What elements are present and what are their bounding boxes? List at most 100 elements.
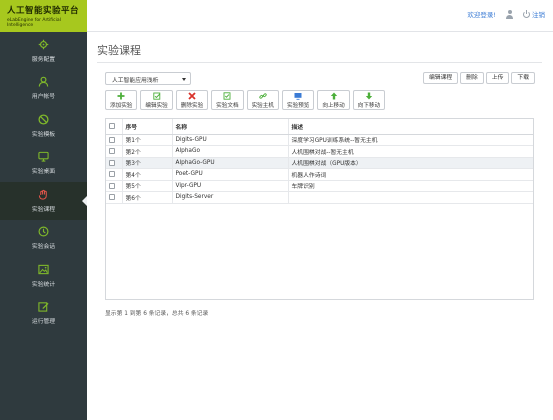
user-icon[interactable] <box>505 9 514 19</box>
cell-index: 第1个 <box>122 134 173 146</box>
image-icon <box>38 264 49 274</box>
experiment-doc-label: 实验文档 <box>216 102 239 109</box>
cell-name: AlphaGo <box>172 145 289 158</box>
power-icon <box>523 9 530 18</box>
cell-desc <box>288 191 533 204</box>
cell-desc: 人机围棋对战--暂无主机 <box>288 145 533 158</box>
user-icon <box>38 76 49 87</box>
sidebar-item-label: 实验统计 <box>31 281 56 288</box>
cell-desc: 深度学习GPU训练系统--暂无主机 <box>288 134 533 146</box>
column-header-name[interactable]: 名称 <box>172 119 289 135</box>
brand-logo: 人工智能实验平台 eLabEngine for Artificial Intel… <box>0 0 87 32</box>
arrow-down-icon <box>365 92 373 99</box>
column-header-index[interactable]: 序号 <box>122 119 173 135</box>
move-down-label: 向下移动 <box>357 102 381 109</box>
sidebar-item-label: 运行管理 <box>31 319 56 326</box>
course-select[interactable]: 人工智能应用浅析 <box>105 72 191 85</box>
cell-index: 第4个 <box>122 168 173 181</box>
sidebar-item-label: 实验桌面 <box>31 169 56 176</box>
document-check-icon <box>223 91 231 100</box>
upload-button[interactable]: 上传 <box>485 72 510 84</box>
arrow-up-icon <box>330 92 337 99</box>
chevron-down-icon <box>182 78 186 81</box>
experiment-host-label: 实验主机 <box>251 102 274 109</box>
cell-name: Digits-GPU <box>172 134 289 146</box>
edit-experiment-button[interactable]: 编辑实验 <box>140 90 173 110</box>
experiment-doc-button[interactable]: 实验文档 <box>211 90 244 110</box>
experiment-preview-button[interactable]: 实验预览 <box>281 90 315 110</box>
monitor-icon <box>38 152 49 162</box>
sidebar-item-label: 实验会话 <box>31 244 56 251</box>
brand-title: 人工智能实验平台 <box>7 6 80 16</box>
experiment-table: 序号 名称 描述 第1个 Digits-GPU 深度学习GPU训练系统--暂无主… <box>105 118 534 300</box>
cell-name: Poet-GPU <box>172 168 289 181</box>
delete-experiment-button[interactable]: 删除实验 <box>175 90 209 110</box>
add-experiment-button[interactable]: 添加实验 <box>105 90 138 110</box>
sidebar-item-label: 实验课程 <box>31 206 56 213</box>
move-up-button[interactable]: 向上移动 <box>317 90 350 110</box>
row-checkbox[interactable] <box>109 159 115 166</box>
sidebar-item-label: 用户帐号 <box>31 94 56 101</box>
page-title: 实验课程 <box>97 44 141 57</box>
experiment-host-button[interactable]: 实验主机 <box>246 90 279 110</box>
cell-name: Vipr-GPU <box>172 180 289 192</box>
column-header-desc[interactable]: 描述 <box>288 119 533 135</box>
sidebar-item-label: 实验模板 <box>31 131 56 138</box>
gear-icon <box>38 39 49 50</box>
move-up-label: 向上移动 <box>322 102 345 109</box>
select-all-checkbox[interactable] <box>109 123 115 129</box>
link-icon <box>259 92 267 99</box>
row-checkbox[interactable] <box>109 148 115 154</box>
move-down-button[interactable]: 向下移动 <box>352 90 386 110</box>
monitor-icon <box>294 92 302 100</box>
main-panel: 实验课程 人工智能应用浅析 编辑课程 删除 上传 下载 添加实验 编辑实验 删除… <box>87 32 553 420</box>
table-row[interactable]: 第1个 Digits-GPU 深度学习GPU训练系统--暂无主机 <box>106 134 533 146</box>
sidebar-item-operations[interactable]: 运行管理 <box>0 295 87 333</box>
cell-desc: 机器人作诗词 <box>288 168 533 181</box>
table-row[interactable]: 第5个 Vipr-GPU 车牌识别 <box>106 180 533 192</box>
edit-experiment-label: 编辑实验 <box>145 102 168 109</box>
edit-course-button[interactable]: 编辑课程 <box>422 72 459 84</box>
table-row[interactable]: 第3个 AlphaGo-GPU 人机围棋对战（GPU版本） <box>106 157 533 169</box>
hand-icon <box>38 189 47 200</box>
experiment-preview-label: 实验预览 <box>286 102 310 109</box>
welcome-link[interactable]: 欢迎登录! <box>467 9 496 19</box>
row-checkbox[interactable] <box>109 194 115 200</box>
table-row[interactable]: 第6个 Digits-Server <box>106 191 533 204</box>
table-row[interactable]: 第4个 Poet-GPU 机器人作诗词 <box>106 168 533 181</box>
plus-icon <box>117 92 125 99</box>
download-button[interactable]: 下载 <box>511 72 535 84</box>
cell-index: 第3个 <box>122 157 173 169</box>
pagination-info: 显示第 1 到第 6 条记录，总共 6 条记录 <box>105 311 209 317</box>
row-checkbox[interactable] <box>109 171 115 177</box>
clock-icon <box>38 226 49 237</box>
course-select-value: 人工智能应用浅析 <box>112 78 159 84</box>
sidebar-item-service-config[interactable]: 服务配置 <box>0 32 87 70</box>
cell-desc: 车牌识别 <box>288 180 533 192</box>
delete-experiment-label: 删除实验 <box>180 102 204 109</box>
cell-desc: 人机围棋对战（GPU版本） <box>288 157 533 169</box>
cell-index: 第5个 <box>122 180 173 192</box>
title-divider <box>97 62 542 63</box>
toolbar: 添加实验 编辑实验 删除实验 实验文档 实验主机 实验预览 向上移动 向下移动 <box>105 90 386 110</box>
row-checkbox[interactable] <box>109 136 115 143</box>
top-bar: 人工智能实验平台 eLabEngine for Artificial Intel… <box>0 0 553 32</box>
cell-name: AlphaGo-GPU <box>172 157 289 169</box>
cell-index: 第6个 <box>122 191 173 204</box>
brand-subtitle: eLabEngine for Artificial Intelligence <box>7 18 61 28</box>
sidebar: 服务配置 用户帐号 实验模板 实验桌面 实验课程 实验会话 实验统计 运行管理 <box>0 32 87 420</box>
sidebar-item-sessions[interactable]: 实验会话 <box>0 220 87 258</box>
logout-label: 注销 <box>532 11 545 19</box>
sidebar-item-statistics[interactable]: 实验统计 <box>0 257 87 295</box>
cell-name: Digits-Server <box>172 191 289 204</box>
sidebar-item-templates[interactable]: 实验模板 <box>0 107 87 145</box>
delete-course-button[interactable]: 删除 <box>460 72 484 84</box>
sidebar-item-user-accounts[interactable]: 用户帐号 <box>0 70 87 108</box>
row-checkbox[interactable] <box>109 182 115 189</box>
edit-icon <box>38 302 49 312</box>
logout-button[interactable]: 注销 <box>523 9 545 19</box>
table-header-row: 序号 名称 描述 <box>106 119 533 135</box>
sidebar-item-desktops[interactable]: 实验桌面 <box>0 145 87 183</box>
table-row[interactable]: 第2个 AlphaGo 人机围棋对战--暂无主机 <box>106 145 533 158</box>
sidebar-item-courses[interactable]: 实验课程 <box>0 182 87 220</box>
